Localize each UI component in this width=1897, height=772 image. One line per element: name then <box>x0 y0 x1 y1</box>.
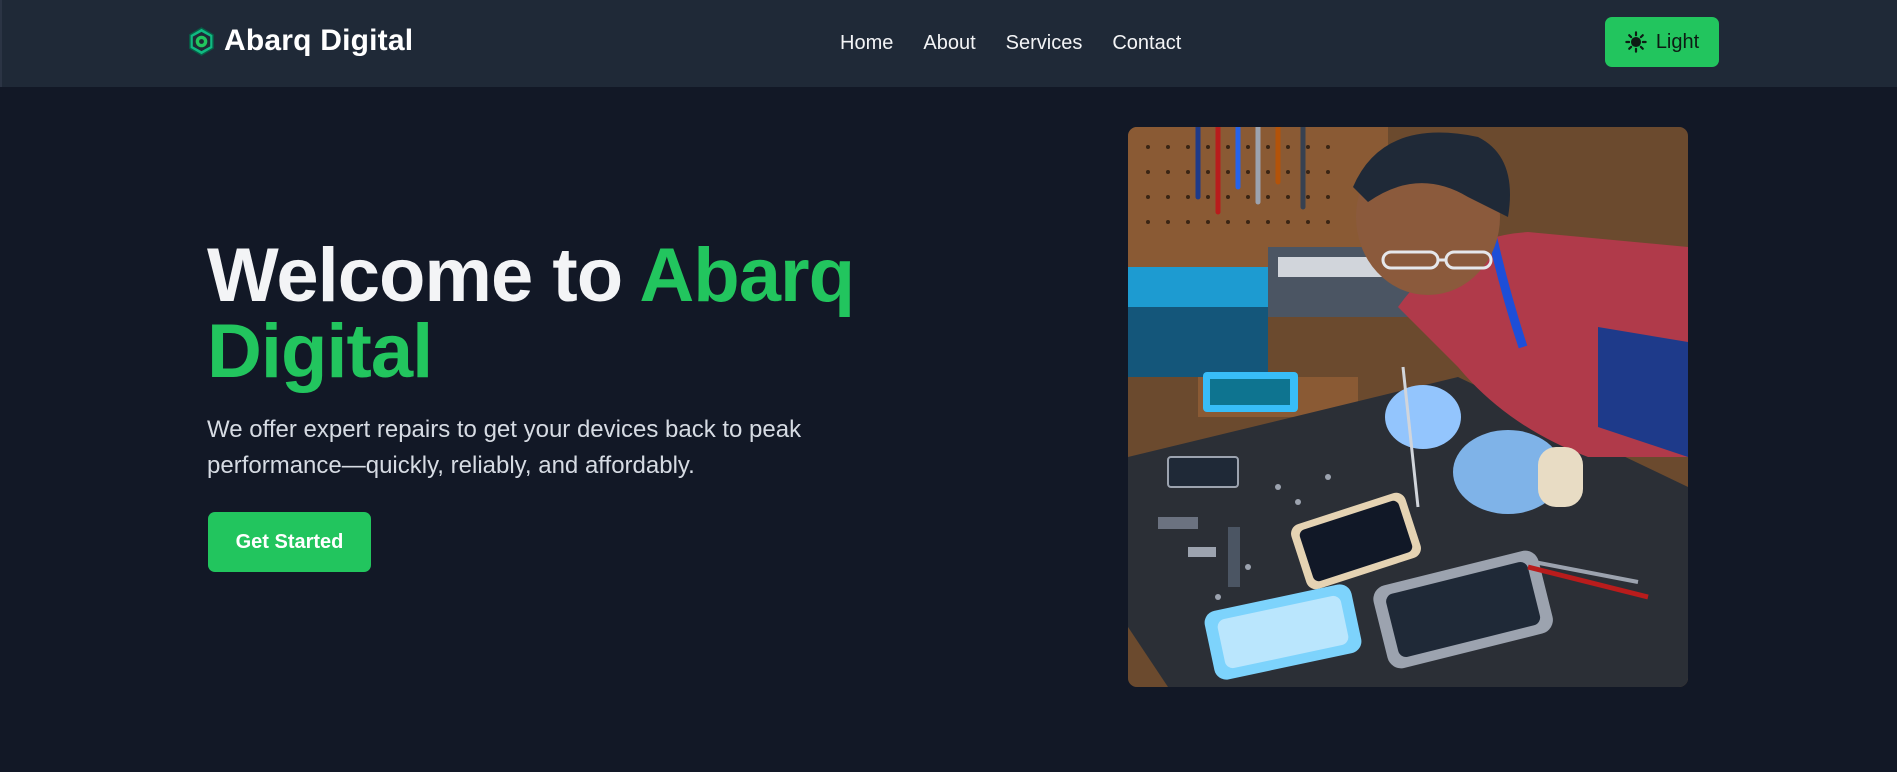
hero-title-prefix: Welcome to <box>207 233 640 318</box>
theme-toggle-button[interactable]: Light <box>1605 17 1719 67</box>
nav-link-home[interactable]: Home <box>840 28 893 58</box>
gear-hexagon-icon <box>189 26 214 56</box>
hero-title: Welcome to Abarq Digital <box>207 238 927 390</box>
sun-icon <box>1625 31 1647 53</box>
hero-description: We offer expert repairs to get your devi… <box>207 416 802 479</box>
nav-link-services[interactable]: Services <box>1006 28 1083 58</box>
nav-link-about[interactable]: About <box>923 28 975 58</box>
navbar: Abarq Digital Home About Services Contac… <box>0 0 1897 87</box>
theme-toggle-label: Light <box>1655 30 1700 53</box>
get-started-button[interactable]: Get Started <box>208 512 371 572</box>
hero-image <box>1128 127 1688 687</box>
nav-link-contact[interactable]: Contact <box>1112 28 1181 58</box>
technician-repair-illustration <box>1128 127 1688 687</box>
brand-link[interactable]: Abarq Digital <box>187 22 413 60</box>
brand-name: Abarq Digital <box>224 24 414 57</box>
main-nav: Home About Services Contact <box>840 28 1181 58</box>
